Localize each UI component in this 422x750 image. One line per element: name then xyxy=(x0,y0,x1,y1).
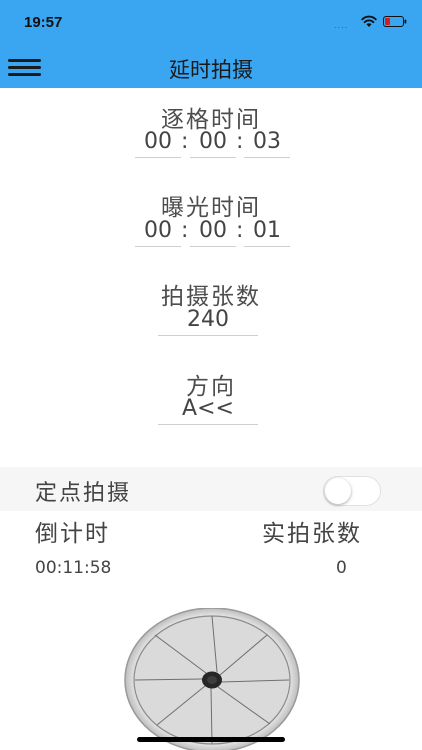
interval-hours-field[interactable]: 00 xyxy=(135,127,181,158)
fixed-point-toggle[interactable] xyxy=(323,476,381,506)
nav-bar: 延时拍摄 xyxy=(0,44,422,88)
exposure-seconds-field[interactable]: 01 xyxy=(244,216,290,247)
page-title: 延时拍摄 xyxy=(169,58,253,82)
countdown-label: 倒计时 xyxy=(35,521,110,547)
shot-count-field[interactable]: 240 xyxy=(158,305,258,336)
exposure-minutes-field[interactable]: 00 xyxy=(190,216,236,247)
fixed-point-label: 定点拍摄 xyxy=(35,481,132,506)
home-indicator[interactable] xyxy=(137,737,285,742)
direction-field[interactable]: A<< xyxy=(158,394,258,425)
fixed-point-row: 定点拍摄 xyxy=(0,467,422,511)
actual-count-value: 0 xyxy=(336,558,347,578)
wifi-icon xyxy=(361,15,377,27)
time-separator: : xyxy=(181,129,189,154)
time-separator: : xyxy=(181,218,189,243)
interval-seconds-field[interactable]: 03 xyxy=(244,127,290,158)
countdown-value: 00:11:58 xyxy=(35,558,112,578)
signal-icon: .... xyxy=(334,21,349,30)
interval-minutes-field[interactable]: 00 xyxy=(190,127,236,158)
camera-shutter-icon[interactable] xyxy=(123,608,301,750)
exposure-hours-field[interactable]: 00 xyxy=(135,216,181,247)
status-bar: 19:57 .... xyxy=(0,0,422,44)
toggle-knob xyxy=(325,478,351,504)
time-separator: : xyxy=(236,218,244,243)
time-separator: : xyxy=(236,129,244,154)
status-time: 19:57 xyxy=(24,14,63,31)
actual-count-label: 实拍张数 xyxy=(262,521,362,547)
battery-icon xyxy=(383,16,407,27)
